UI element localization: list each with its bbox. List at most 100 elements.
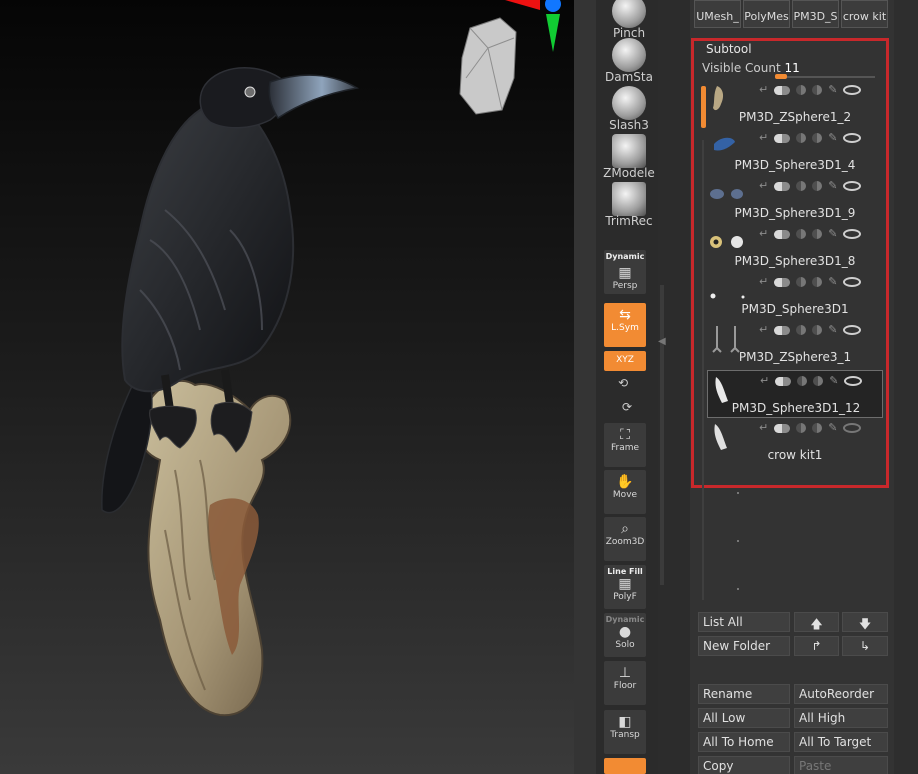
subtool-list-scrollbar[interactable] — [702, 140, 704, 600]
subtool-row[interactable]: ↵ ✎ PM3D_Sphere3D1_9 — [707, 176, 883, 224]
dynamesh-toggle-icon[interactable] — [796, 277, 807, 287]
palette-divider[interactable]: ◀ — [658, 0, 690, 774]
floor-button[interactable]: ⊥ Floor — [604, 661, 646, 705]
all-high-button[interactable]: All High — [794, 708, 888, 728]
brush-edit-icon[interactable]: ✎ — [829, 375, 838, 387]
merge-arrow-icon[interactable]: ↵ — [759, 324, 768, 336]
canvas-viewport[interactable] — [0, 0, 574, 774]
solo-button[interactable]: Dynamic ● Solo — [604, 613, 646, 657]
palette-scrollbar[interactable] — [894, 0, 918, 774]
lsym-button[interactable]: ⇆ L.Sym — [604, 303, 646, 347]
merge-arrow-icon[interactable]: ↵ — [759, 228, 768, 240]
visibility-eye-icon[interactable] — [844, 376, 863, 386]
visibility-eye-icon[interactable] — [843, 423, 862, 433]
subtool-row-selected[interactable]: ↵ ✎ PM3D_Sphere3D1_12 — [707, 370, 883, 418]
merge-arrow-icon[interactable]: ↵ — [759, 276, 768, 288]
collapse-arrow-icon[interactable]: ◀ — [658, 336, 666, 347]
lock-toggle-icon[interactable] — [812, 133, 823, 143]
transp-button[interactable]: ◧ Transp — [604, 710, 646, 754]
subtool-row[interactable]: ↵ ✎ PM3D_ZSphere1_2 — [707, 80, 883, 128]
damstandard-brush-button[interactable]: DamSta — [600, 38, 658, 84]
polypaint-toggle-icon[interactable] — [774, 133, 791, 143]
polyf-button[interactable]: Line Fill ▦ PolyF — [604, 565, 646, 609]
lock-toggle-icon[interactable] — [812, 181, 823, 191]
visibility-eye-icon[interactable] — [843, 181, 862, 191]
dynamesh-toggle-icon[interactable] — [797, 376, 808, 386]
visible-count-knob[interactable] — [775, 74, 787, 79]
merge-arrow-icon[interactable]: ↵ — [759, 84, 768, 96]
visibility-eye-icon[interactable] — [843, 133, 862, 143]
dynamesh-toggle-icon[interactable] — [796, 181, 807, 191]
move-up-button[interactable]: 🡅 — [794, 612, 839, 632]
lock-toggle-icon[interactable] — [812, 229, 823, 239]
brush-edit-icon[interactable]: ✎ — [828, 132, 837, 144]
brush-edit-icon[interactable]: ✎ — [828, 180, 837, 192]
zoom3d-button[interactable]: ⌕ Zoom3D — [604, 517, 646, 561]
new-folder-button[interactable]: New Folder — [698, 636, 790, 656]
visible-count-slider[interactable]: Visible Count 11 — [702, 61, 800, 75]
lock-toggle-icon[interactable] — [812, 277, 823, 287]
visibility-eye-icon[interactable] — [843, 85, 862, 95]
move-right-button[interactable]: ↱ — [794, 636, 839, 656]
lock-toggle-icon[interactable] — [812, 325, 823, 335]
polypaint-toggle-icon[interactable] — [775, 376, 792, 386]
merge-arrow-icon[interactable]: ↵ — [759, 132, 768, 144]
all-to-home-button[interactable]: All To Home — [698, 732, 790, 752]
polypaint-toggle-icon[interactable] — [774, 85, 791, 95]
subtool-row[interactable]: ↵ ✎ PM3D_Sphere3D1_4 — [707, 128, 883, 176]
polypaint-toggle-icon[interactable] — [774, 181, 791, 191]
subtool-row[interactable]: ↵ ✎ crow kit1 — [707, 418, 883, 466]
paste-button[interactable]: Paste — [794, 756, 888, 774]
subtool-row[interactable]: ↵ ✎ PM3D_ZSphere3_1 — [707, 320, 883, 368]
lock-toggle-icon[interactable] — [812, 423, 823, 433]
auto-reorder-button[interactable]: AutoReorder — [794, 684, 888, 704]
zmodeler-brush-button[interactable]: ZModele — [600, 134, 658, 180]
dynamesh-toggle-icon[interactable] — [796, 229, 807, 239]
subtool-title[interactable]: Subtool — [706, 42, 752, 56]
move-down-button[interactable]: 🡇 — [842, 612, 888, 632]
merge-arrow-icon[interactable]: ↵ — [759, 180, 768, 192]
visibility-eye-icon[interactable] — [843, 229, 862, 239]
merge-arrow-icon[interactable]: ↵ — [759, 422, 768, 434]
list-all-button[interactable]: List All — [698, 612, 790, 632]
trimrect-brush-button[interactable]: TrimRec — [600, 182, 658, 228]
brush-edit-icon[interactable]: ✎ — [828, 228, 837, 240]
subtool-row[interactable]: ↵ ✎ PM3D_Sphere3D1_8 — [707, 224, 883, 272]
subtool-row[interactable]: ↵ ✎ PM3D_Sphere3D1 — [707, 272, 883, 320]
dynamesh-toggle-icon[interactable] — [796, 133, 807, 143]
brush-edit-icon[interactable]: ✎ — [828, 84, 837, 96]
merge-arrow-icon[interactable]: ↵ — [760, 375, 769, 387]
all-low-button[interactable]: All Low — [698, 708, 790, 728]
viewport-scrollbar[interactable] — [574, 0, 596, 774]
brush-edit-icon[interactable]: ✎ — [828, 324, 837, 336]
rotate-z-icon[interactable]: ⟳ — [622, 400, 632, 414]
tool-thumb[interactable]: UMesh_ — [694, 0, 741, 28]
brush-edit-icon[interactable]: ✎ — [828, 422, 837, 434]
visibility-eye-icon[interactable] — [843, 277, 862, 287]
tool-thumb[interactable]: PM3D_S — [792, 0, 839, 28]
persp-button[interactable]: Dynamic ▦ Persp — [604, 250, 646, 294]
polypaint-toggle-icon[interactable] — [774, 325, 791, 335]
move-button[interactable]: ✋ Move — [604, 470, 646, 514]
frame-button[interactable]: ⛶ Frame — [604, 423, 646, 467]
polypaint-toggle-icon[interactable] — [774, 277, 791, 287]
visible-count-track[interactable] — [775, 74, 875, 79]
polypaint-toggle-icon[interactable] — [774, 423, 791, 433]
dynamesh-toggle-icon[interactable] — [796, 325, 807, 335]
tool-thumb[interactable]: crow kit — [841, 0, 888, 28]
move-to-bottom-button[interactable]: ↳ — [842, 636, 888, 656]
pinch-brush-button[interactable]: Pinch — [600, 0, 658, 40]
lock-toggle-icon[interactable] — [812, 85, 823, 95]
ghost-button[interactable] — [604, 758, 646, 774]
rename-button[interactable]: Rename — [698, 684, 790, 704]
all-to-target-button[interactable]: All To Target — [794, 732, 888, 752]
crow-model[interactable] — [0, 0, 574, 774]
rotate-y-icon[interactable]: ⟲ — [618, 376, 628, 390]
slash3-brush-button[interactable]: Slash3 — [600, 86, 658, 132]
lock-toggle-icon[interactable] — [813, 376, 824, 386]
dynamesh-toggle-icon[interactable] — [796, 85, 807, 95]
polypaint-toggle-icon[interactable] — [774, 229, 791, 239]
dynamesh-toggle-icon[interactable] — [796, 423, 807, 433]
brush-edit-icon[interactable]: ✎ — [828, 276, 837, 288]
tool-thumb[interactable]: PolyMes — [743, 0, 790, 28]
